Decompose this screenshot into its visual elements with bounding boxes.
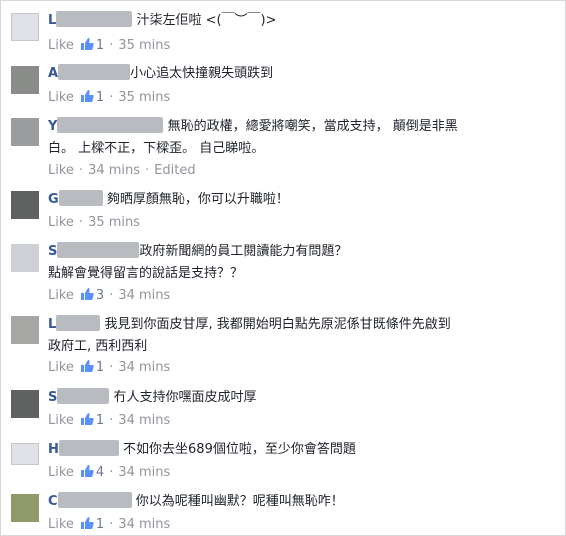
redacted-name: [57, 117, 164, 133]
avatar[interactable]: [11, 494, 39, 522]
comment-text-line2: 白。 上樑不正，下樑歪。 自己睇啦。: [48, 141, 265, 156]
comment-body: L 汁柒左佢啦 <(￣︶￣)>: [48, 10, 548, 32]
thumbs-up-icon: [80, 465, 94, 477]
commenter-name[interactable]: Y: [48, 119, 57, 134]
like-link[interactable]: Like: [48, 215, 74, 230]
comment-meta: Like 1 · 35 mins: [48, 38, 171, 53]
timestamp[interactable]: 34 mins: [118, 465, 170, 480]
avatar[interactable]: [11, 390, 39, 418]
like-link[interactable]: Like: [48, 288, 74, 303]
timestamp[interactable]: 34 mins: [118, 413, 170, 428]
commenter-name[interactable]: S: [48, 244, 57, 259]
comment-text: 冇人支持你嘿面皮成吋厚: [113, 390, 257, 405]
like-link[interactable]: Like: [48, 90, 74, 105]
comment-body: Y 無恥的政權，總愛將嘲笑，當成支持， 顛倒是非黑 白。 上樑不正，下樑歪。 自…: [48, 116, 548, 160]
redacted-name: [58, 190, 103, 206]
comment-text: 我見到你面皮甘厚, 我都開始明白點先原泥係甘既條件先啟到: [104, 317, 451, 332]
avatar[interactable]: [11, 443, 39, 465]
like-link[interactable]: Like: [48, 163, 74, 178]
commenter-name[interactable]: L: [48, 13, 56, 28]
avatar[interactable]: [11, 66, 39, 94]
like-count[interactable]: 1: [96, 360, 104, 375]
timestamp[interactable]: 35 mins: [118, 38, 170, 53]
timestamp[interactable]: 34 mins: [118, 288, 170, 303]
thumbs-up-icon: [80, 90, 94, 102]
comment-text: 政府新聞網的員工閱讀能力有問題？: [139, 244, 348, 259]
commenter-name[interactable]: G: [48, 192, 59, 207]
like-count[interactable]: 1: [96, 517, 104, 532]
comment-body: L 我見到你面皮甘厚, 我都開始明白點先原泥係甘既條件先啟到 政府工, 西利西利: [48, 314, 548, 358]
comment-text: 你以為呢種叫幽默？呢種叫無恥咋！: [135, 494, 344, 509]
timestamp[interactable]: 34 mins: [118, 360, 170, 375]
timestamp[interactable]: 34 mins: [88, 163, 140, 178]
comment-meta: Like 1 · 34 mins: [48, 360, 171, 375]
like-link[interactable]: Like: [48, 465, 74, 480]
like-count[interactable]: 3: [96, 288, 104, 303]
edited-label[interactable]: Edited: [154, 163, 195, 178]
like-count[interactable]: 4: [96, 465, 104, 480]
thumbs-up-icon: [80, 517, 94, 529]
comment-body: C 你以為呢種叫幽默？呢種叫無恥咋！: [48, 491, 548, 513]
comment-text: 汁柒左佢啦 <(￣︶￣)>: [136, 13, 277, 28]
comment-meta: Like 1 · 35 mins: [48, 90, 171, 105]
comment-meta: Like 4 · 34 mins: [48, 465, 171, 480]
comment-body: A 小心追太快撞親失頭跌到: [48, 63, 548, 85]
redacted-name: [57, 492, 132, 508]
like-count[interactable]: 1: [96, 90, 104, 105]
thumbs-up-icon: [80, 38, 94, 50]
redacted-name: [58, 440, 119, 456]
thumbs-up-icon: [80, 288, 94, 300]
comment-body: S 冇人支持你嘿面皮成吋厚: [48, 387, 548, 409]
thumbs-up-icon: [80, 360, 94, 372]
like-link[interactable]: Like: [48, 360, 74, 375]
comment-text-line2: 點解會覺得留言的說話是支持？？: [48, 266, 244, 281]
comment-meta: Like 1 · 34 mins: [48, 413, 171, 428]
avatar[interactable]: [11, 13, 39, 41]
comment-body: S 政府新聞網的員工閱讀能力有問題？ 點解會覺得留言的說話是支持？？: [48, 241, 548, 285]
comment-meta: Like 1 · 34 mins: [48, 517, 171, 532]
timestamp[interactable]: 35 mins: [88, 215, 140, 230]
avatar[interactable]: [11, 244, 39, 272]
like-link[interactable]: Like: [48, 38, 74, 53]
avatar[interactable]: [11, 191, 39, 219]
like-count[interactable]: 1: [96, 413, 104, 428]
commenter-name[interactable]: S: [48, 390, 57, 405]
comment-text: 不如你去坐689個位啦，至少你會答問題: [123, 442, 356, 457]
redacted-name: [56, 315, 101, 331]
redacted-name: [57, 242, 140, 258]
commenter-name[interactable]: H: [48, 442, 59, 457]
comment-text-line2: 政府工, 西利西利: [48, 339, 148, 354]
timestamp[interactable]: 34 mins: [118, 517, 170, 532]
comment-meta: Like 3 · 34 mins: [48, 288, 171, 303]
comment-text: 小心追太快撞親失頭跌到: [130, 66, 274, 81]
timestamp[interactable]: 35 mins: [118, 90, 170, 105]
comment-body: H 不如你去坐689個位啦，至少你會答問題: [48, 439, 548, 461]
like-count[interactable]: 1: [96, 38, 104, 53]
like-link[interactable]: Like: [48, 413, 74, 428]
comment-text: 夠晒厚顏無恥，你可以升職啦！: [106, 192, 289, 207]
redacted-name: [56, 11, 133, 27]
avatar[interactable]: [11, 118, 39, 146]
like-link[interactable]: Like: [48, 517, 74, 532]
comment-body: G 夠晒厚顏無恥，你可以升職啦！: [48, 189, 548, 211]
commenter-name[interactable]: L: [48, 317, 56, 332]
thumbs-up-icon: [80, 413, 94, 425]
comment-text: 無恥的政權，總愛將嘲笑，當成支持， 顛倒是非黑: [167, 119, 458, 134]
commenter-name[interactable]: A: [48, 66, 58, 81]
comment-meta: Like · 34 mins · Edited: [48, 163, 196, 178]
commenter-name[interactable]: C: [48, 494, 58, 509]
avatar[interactable]: [11, 316, 39, 344]
redacted-name: [57, 388, 110, 404]
redacted-name: [58, 64, 131, 80]
comment-meta: Like · 35 mins: [48, 215, 141, 230]
